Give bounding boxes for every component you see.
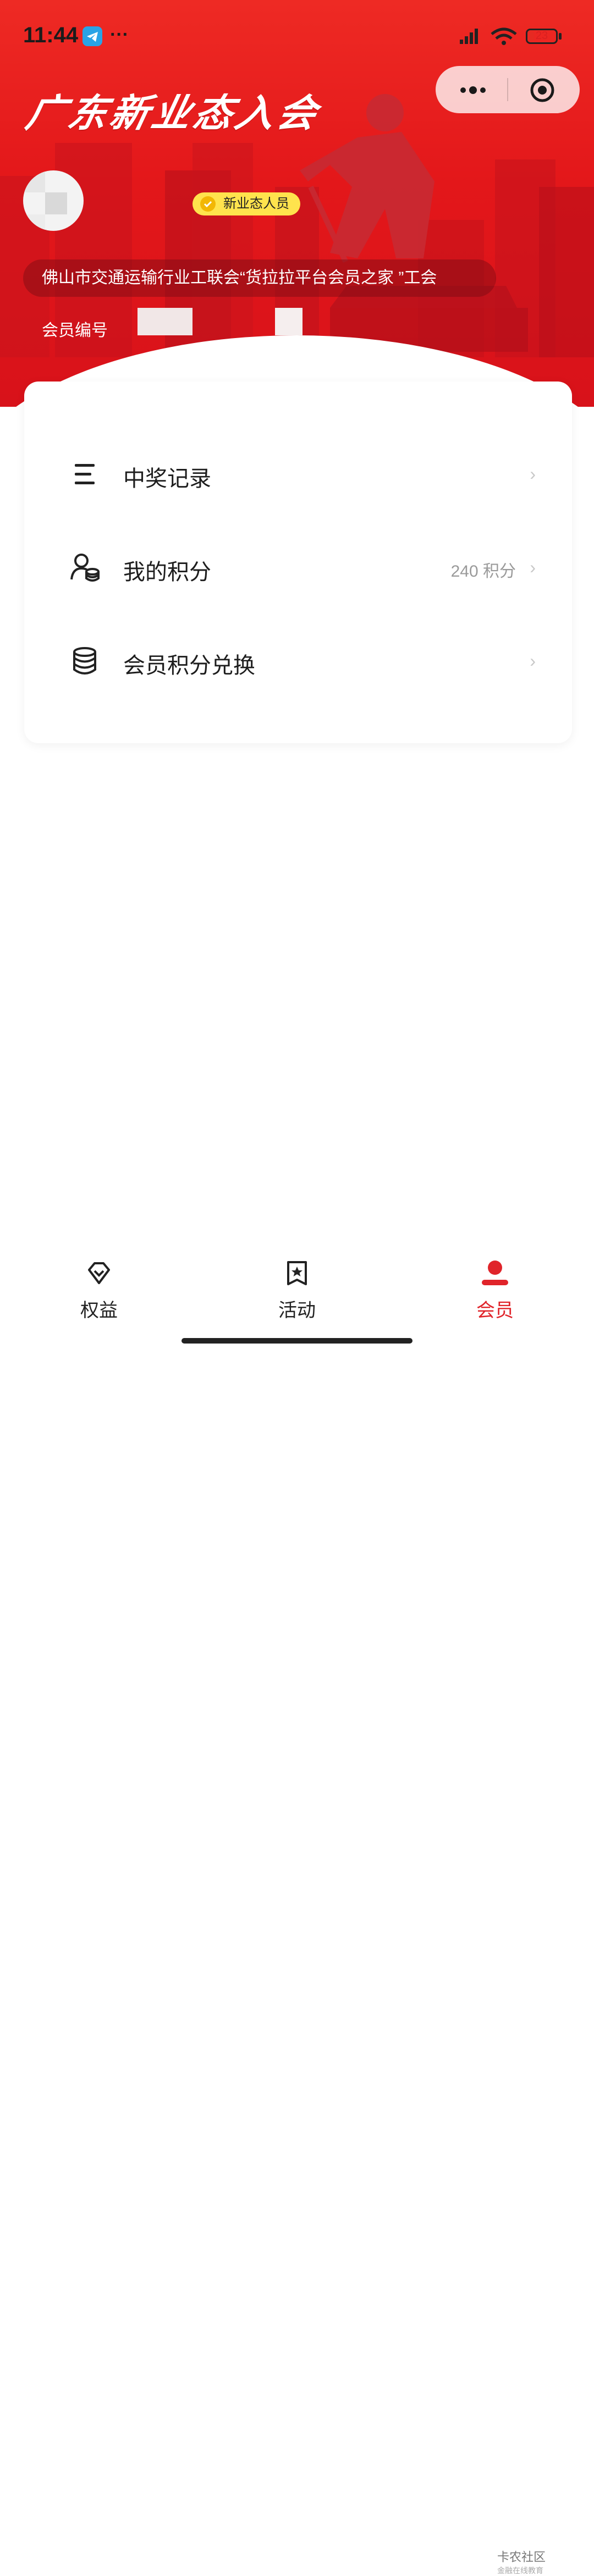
badge-label: 新业态人员	[223, 196, 289, 211]
menu-item-points-exchange[interactable]: 会员积分兑换 ›	[24, 613, 572, 707]
battery-icon: 23	[526, 29, 558, 44]
watermark: 卡农社区 金融在线教育	[497, 2547, 546, 2576]
bookmark-star-icon	[287, 1261, 307, 1285]
tab-label-member: 会员	[476, 1300, 514, 1321]
more-dots-icon[interactable]	[455, 79, 491, 101]
menu-label-points-exchange: 会员积分兑换	[123, 654, 255, 678]
menu-value-my-points: 240 积分	[450, 562, 516, 581]
menu-item-my-points[interactable]: 我的积分 240 积分 ›	[24, 520, 572, 613]
notification-dots: ···	[110, 24, 129, 45]
check-badge-icon	[200, 196, 216, 212]
person-icon	[482, 1261, 508, 1285]
header-banner: 11:44 ··· 23 广东新业态入会 新业态人员 佛山市交通运输行业工联会“…	[0, 0, 594, 407]
menu-label-my-points: 我的积分	[123, 560, 211, 584]
diamond-heart-icon	[88, 1262, 110, 1284]
battery-tip	[559, 33, 562, 40]
home-indicator[interactable]	[182, 1338, 413, 1344]
chevron-right-icon: ›	[530, 651, 536, 671]
tab-activities[interactable]: 活动	[242, 1247, 352, 1329]
status-time: 11:44	[23, 23, 79, 47]
avatar[interactable]	[23, 170, 84, 231]
database-icon	[73, 647, 96, 675]
menu-item-prize-records[interactable]: 中奖记录 ›	[24, 427, 572, 520]
redacted-member-number	[138, 308, 193, 335]
chevron-right-icon: ›	[530, 557, 536, 577]
member-number-label: 会员编号	[42, 322, 108, 340]
watermark-subtitle: 金融在线教育	[497, 2566, 543, 2575]
target-close-icon[interactable]	[529, 77, 556, 103]
list-icon	[75, 464, 95, 484]
signal-icon	[460, 29, 478, 44]
menu-card: 中奖记录 › 我的积分 240 积分 › 会员积分兑换 ›	[24, 382, 572, 743]
watermark-title: 卡农社区	[497, 2550, 546, 2564]
tab-member[interactable]: 会员	[440, 1247, 550, 1329]
member-type-badge: 新业态人员	[193, 192, 300, 215]
miniprogram-capsule	[436, 66, 580, 113]
chevron-right-icon: ›	[530, 464, 536, 484]
organization-name: 佛山市交通运输行业工联会“货拉拉平台会员之家 ”工会	[23, 259, 496, 297]
user-coins-icon	[70, 554, 100, 582]
tab-benefits[interactable]: 权益	[44, 1247, 154, 1329]
bottom-tab-bar: 权益 活动 会员 卡农社区 金融在线教育	[0, 1247, 594, 2575]
redacted-member-number-part	[275, 308, 302, 335]
battery-percent: 23	[535, 30, 548, 42]
tab-label-activities: 活动	[278, 1300, 316, 1321]
tab-label-benefits: 权益	[80, 1300, 118, 1321]
status-bar: 11:44 ··· 23	[0, 0, 594, 75]
telegram-icon	[82, 26, 102, 46]
capsule-divider	[507, 78, 508, 101]
menu-label-prize-records: 中奖记录	[123, 467, 211, 491]
wifi-icon	[491, 27, 517, 45]
page-title: 广东新业态入会	[22, 92, 324, 135]
